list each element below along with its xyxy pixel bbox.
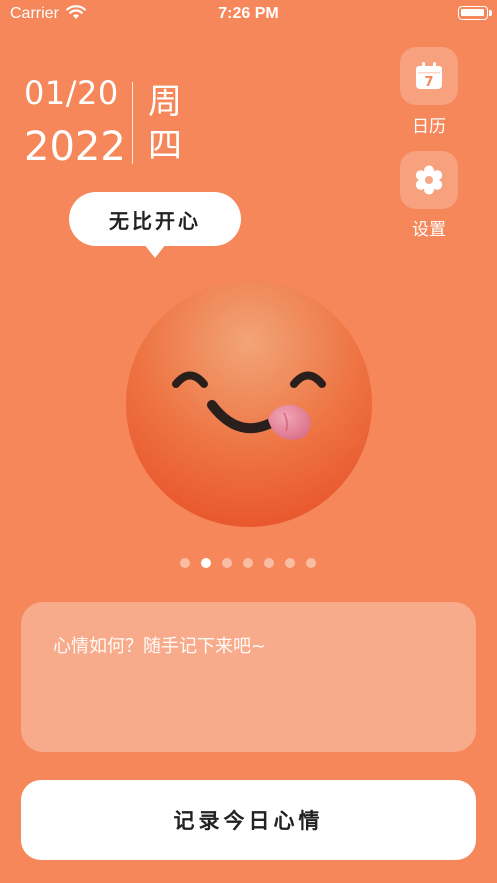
- bubble-tail: [144, 244, 166, 258]
- date-month-day: 01/20: [24, 74, 119, 112]
- pager-dot[interactable]: [222, 558, 232, 568]
- date-year: 2022: [24, 124, 126, 170]
- date-weekday: 周四: [148, 82, 182, 166]
- record-mood-button[interactable]: 记录今日心情: [21, 780, 476, 860]
- pager-dot[interactable]: [264, 558, 274, 568]
- mood-pager[interactable]: [0, 558, 497, 570]
- status-bar: Carrier 7:26 PM: [0, 0, 497, 30]
- calendar-icon: 7: [416, 62, 442, 90]
- mood-note-field[interactable]: 心情如何？随手记下来吧~: [21, 602, 476, 752]
- pager-dot[interactable]: [285, 558, 295, 568]
- pager-dot[interactable]: [180, 558, 190, 568]
- pager-dot[interactable]: [243, 558, 253, 568]
- calendar-label[interactable]: 日历: [396, 112, 462, 137]
- settings-label[interactable]: 设置: [396, 215, 462, 240]
- status-time: 7:26 PM: [218, 5, 279, 22]
- date-divider: [132, 82, 133, 164]
- gear-icon: [415, 165, 443, 195]
- savoring-face-emoji[interactable]: [126, 281, 372, 527]
- pager-dot[interactable]: [306, 558, 316, 568]
- calendar-day-number: 7: [424, 75, 433, 90]
- settings-button[interactable]: [400, 151, 458, 209]
- mood-note-placeholder: 心情如何？随手记下来吧~: [53, 636, 267, 657]
- mood-label-bubble: 无比开心: [69, 192, 241, 246]
- pager-dot[interactable]: [201, 558, 211, 568]
- calendar-button[interactable]: 7: [400, 47, 458, 105]
- battery-icon: [458, 6, 492, 20]
